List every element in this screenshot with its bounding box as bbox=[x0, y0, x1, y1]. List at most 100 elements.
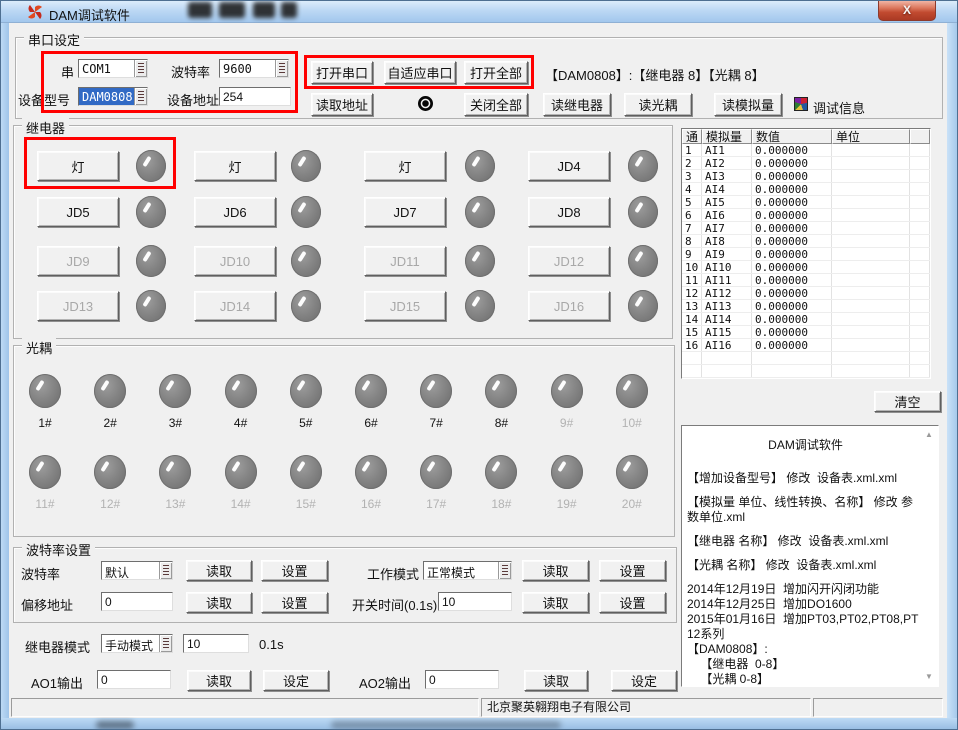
baud-read-button[interactable]: 读取 bbox=[186, 560, 252, 581]
switch-time-field[interactable] bbox=[438, 592, 512, 611]
relay-button-4[interactable]: JD4 bbox=[528, 151, 610, 181]
relay-button-9: JD9 bbox=[37, 246, 119, 276]
opto-lamp-20 bbox=[616, 455, 648, 489]
relay-lamp-13 bbox=[136, 290, 166, 322]
switch-time-set-button[interactable]: 设置 bbox=[599, 592, 666, 613]
baud-set-button[interactable]: 设置 bbox=[261, 560, 328, 581]
opto-lamp-label-6: 6# bbox=[347, 416, 395, 430]
work-mode-read-button[interactable]: 读取 bbox=[522, 560, 589, 581]
debug-info-label[interactable]: 调试信息 bbox=[813, 98, 865, 117]
analog-cell bbox=[832, 170, 910, 182]
offset-label: 偏移地址 bbox=[21, 595, 73, 614]
info-line: 【继电器 名称】 修改 设备表.xml.xml bbox=[687, 534, 924, 549]
analog-cell bbox=[910, 365, 930, 377]
dropdown-icon[interactable] bbox=[275, 60, 288, 77]
titlebar[interactable]: DAM调试软件 bbox=[1, 1, 958, 23]
scroll-up-icon[interactable]: ▲ bbox=[923, 430, 935, 440]
ao2-field[interactable] bbox=[425, 670, 499, 689]
read-opto-button[interactable]: 读光耦 bbox=[624, 93, 692, 116]
baudrate-label: 波特率 bbox=[171, 62, 210, 81]
analog-cell bbox=[910, 326, 930, 338]
analog-cell: 10 bbox=[682, 261, 702, 273]
work-mode-select[interactable]: 正常模式 bbox=[423, 561, 512, 580]
analog-cell bbox=[910, 196, 930, 208]
opto-lamp-label-15: 15# bbox=[282, 497, 330, 511]
opto-lamp-label-3: 3# bbox=[151, 416, 199, 430]
company-name: 北京聚英翱翔电子有限公司 bbox=[487, 700, 631, 714]
offset-field[interactable] bbox=[101, 592, 173, 611]
switch-time-read-button[interactable]: 读取 bbox=[522, 592, 589, 613]
dropdown-icon[interactable] bbox=[159, 562, 172, 579]
relay-button-16: JD16 bbox=[528, 291, 610, 321]
ao2-read-button[interactable]: 读取 bbox=[524, 670, 588, 691]
baud2-select[interactable]: 默认 bbox=[101, 561, 173, 580]
ao2-set-button[interactable]: 设定 bbox=[611, 670, 677, 691]
relay-button-13: JD13 bbox=[37, 291, 119, 321]
analog-cell bbox=[832, 365, 910, 377]
offset-read-button[interactable]: 读取 bbox=[186, 592, 252, 613]
analog-cell: 0.000000 bbox=[752, 313, 832, 325]
open-serial-button[interactable]: 打开串口 bbox=[311, 61, 373, 84]
analog-cell: 0.000000 bbox=[752, 326, 832, 338]
relay-mode-select-value: 手动模式 bbox=[102, 635, 159, 652]
auto-serial-button[interactable]: 自适应串口 bbox=[384, 61, 456, 84]
opto-lamp-15 bbox=[290, 455, 322, 489]
dropdown-icon[interactable] bbox=[134, 60, 147, 77]
relay-lamp-9 bbox=[136, 245, 166, 277]
model-select[interactable]: DAM0808 bbox=[78, 87, 148, 106]
ao1-read-button[interactable]: 读取 bbox=[187, 670, 251, 691]
opto-lamp-14 bbox=[225, 455, 257, 489]
ao1-field[interactable] bbox=[97, 670, 171, 689]
ao1-set-button[interactable]: 设定 bbox=[263, 670, 329, 691]
dropdown-icon[interactable] bbox=[498, 562, 511, 579]
analog-table-row: 13AI130.000000 bbox=[682, 300, 930, 313]
analog-cell: 6 bbox=[682, 209, 702, 221]
relay-button-7[interactable]: JD7 bbox=[364, 197, 446, 227]
read-address-button[interactable]: 读取地址 bbox=[311, 93, 373, 116]
dropdown-icon[interactable] bbox=[159, 635, 172, 652]
window-title: DAM调试软件 bbox=[49, 5, 130, 24]
relay-mode-select[interactable]: 手动模式 bbox=[101, 634, 173, 653]
analog-cell: 0.000000 bbox=[752, 274, 832, 286]
close-all-button[interactable]: 关闭全部 bbox=[464, 93, 528, 116]
analog-cell: AI3 bbox=[702, 170, 752, 182]
analog-cell bbox=[832, 300, 910, 312]
relay-button-3[interactable]: 灯 bbox=[364, 151, 446, 181]
open-all-button[interactable]: 打开全部 bbox=[464, 61, 528, 84]
scroll-down-icon[interactable]: ▼ bbox=[923, 672, 935, 682]
port-select[interactable]: COM1 bbox=[78, 59, 148, 78]
relay-button-2[interactable]: 灯 bbox=[194, 151, 276, 181]
relay-button-5[interactable]: JD5 bbox=[37, 197, 119, 227]
analog-cell bbox=[910, 261, 930, 273]
analog-cell: 12 bbox=[682, 287, 702, 299]
close-button[interactable]: X bbox=[878, 1, 936, 21]
analog-cell: 16 bbox=[682, 339, 702, 351]
relay-lamp-11 bbox=[465, 245, 495, 277]
relay-mode-label: 继电器模式 bbox=[25, 637, 90, 656]
relay-button-1[interactable]: 灯 bbox=[37, 151, 119, 181]
offset-set-button[interactable]: 设置 bbox=[261, 592, 328, 613]
read-analog-button[interactable]: 读模拟量 bbox=[714, 93, 782, 116]
analog-cell bbox=[832, 261, 910, 273]
serial-group-title: 串口设定 bbox=[24, 30, 84, 49]
dropdown-icon[interactable] bbox=[134, 88, 147, 105]
info-line: 【光耦 名称】 修改 设备表.xml.xml bbox=[687, 558, 924, 573]
relay-button-6[interactable]: JD6 bbox=[194, 197, 276, 227]
relay-lamp-8 bbox=[628, 196, 658, 228]
clear-button[interactable]: 清空 bbox=[874, 391, 941, 412]
analog-cell: 15 bbox=[682, 326, 702, 338]
baudrate-select[interactable]: 9600 bbox=[219, 59, 289, 78]
analog-cell: 8 bbox=[682, 235, 702, 247]
baudrate-select-value: 9600 bbox=[220, 60, 275, 77]
opto-lamp-16 bbox=[355, 455, 387, 489]
work-mode-set-button[interactable]: 设置 bbox=[599, 560, 666, 581]
model-label: 设备型号 bbox=[18, 90, 70, 109]
relay-mode-time-field[interactable] bbox=[183, 634, 249, 653]
analog-cell: AI13 bbox=[702, 300, 752, 312]
read-relay-button[interactable]: 读继电器 bbox=[543, 93, 611, 116]
blurred-artifact bbox=[219, 2, 245, 18]
statusbar-panel-right bbox=[813, 698, 943, 717]
address-field[interactable] bbox=[219, 87, 291, 106]
relay-lamp-12 bbox=[628, 245, 658, 277]
relay-button-8[interactable]: JD8 bbox=[528, 197, 610, 227]
